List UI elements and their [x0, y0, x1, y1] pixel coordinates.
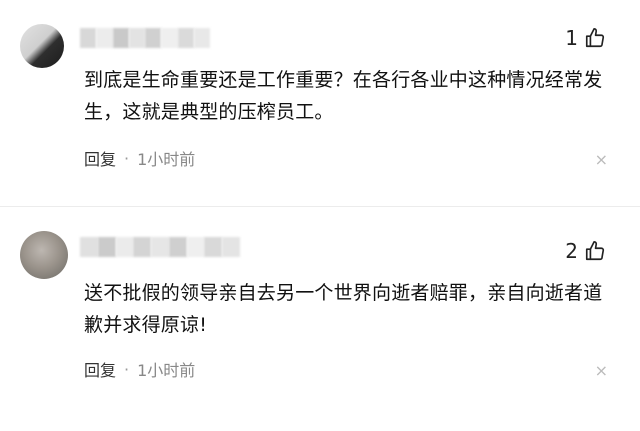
divider	[0, 206, 640, 207]
comment-text: 送不批假的领导亲自去另一个世界向逝者赔罪，亲自向逝者道歉并求得原谅!	[84, 282, 603, 336]
reply-button[interactable]: 回复	[84, 357, 116, 381]
comment-meta: 回复 · 1小时前	[84, 146, 195, 170]
timestamp: 1小时前	[137, 150, 196, 169]
comment-item: 1 到底是生命重要还是工作重要？在各行各业中这种情况经常发生，这就是典型的压榨员…	[0, 0, 640, 215]
reply-button[interactable]: 回复	[84, 146, 116, 170]
comment-item: 2 送不批假的领导亲自去另一个世界向逝者赔罪，亲自向逝者道歉并求得原谅! 回复 …	[0, 215, 640, 430]
thumbs-up-icon	[585, 28, 605, 48]
thumbs-up-icon	[585, 241, 605, 261]
avatar[interactable]	[20, 231, 68, 279]
username-blurred[interactable]	[80, 28, 210, 48]
username-blurred[interactable]	[80, 237, 241, 257]
separator-dot: ·	[124, 359, 130, 379]
like-button[interactable]: 2	[565, 239, 606, 263]
avatar[interactable]	[20, 24, 64, 68]
comment-meta: 回复 · 1小时前	[84, 357, 195, 381]
close-icon[interactable]: ×	[595, 361, 608, 380]
timestamp: 1小时前	[137, 361, 196, 380]
like-button[interactable]: 1	[565, 26, 606, 50]
like-count: 2	[565, 239, 578, 263]
comment-text: 到底是生命重要还是工作重要？在各行各业中这种情况经常发生，这就是典型的压榨员工。	[84, 69, 603, 123]
separator-dot: ·	[124, 148, 130, 168]
like-count: 1	[565, 26, 578, 50]
close-icon[interactable]: ×	[595, 150, 608, 169]
